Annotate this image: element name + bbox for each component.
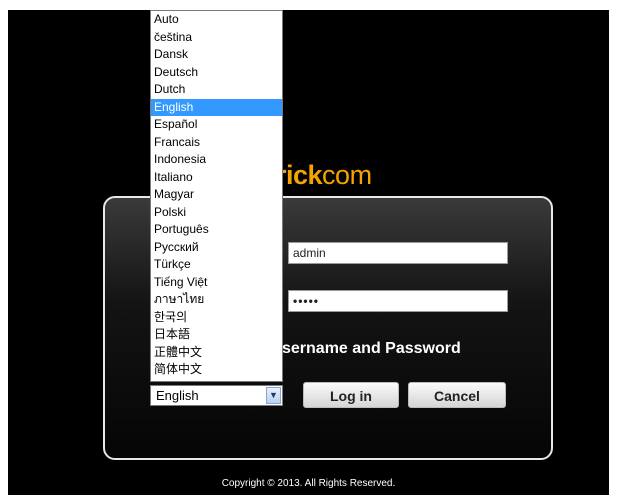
language-option[interactable]: Português — [151, 221, 282, 239]
copyright-text: Copyright © 2013. All Rights Reserved. — [221, 478, 396, 489]
language-option[interactable]: Deutsch — [151, 64, 282, 82]
language-option[interactable]: Dansk — [151, 46, 282, 64]
language-option[interactable]: Español — [151, 116, 282, 134]
language-option[interactable]: čeština — [151, 29, 282, 47]
language-option[interactable]: 한국의 — [151, 309, 282, 327]
language-option[interactable]: ภาษาไทย — [151, 291, 282, 309]
language-option[interactable]: Dutch — [151, 81, 282, 99]
username-input[interactable]: admin — [288, 242, 508, 264]
password-input[interactable]: ••••• — [288, 290, 508, 312]
language-select-value: English — [156, 388, 199, 403]
language-option[interactable]: Tiếng Việt — [151, 274, 282, 292]
language-option[interactable]: Polski — [151, 204, 282, 222]
language-option[interactable]: Türkçe — [151, 256, 282, 274]
chevron-down-icon[interactable]: ▼ — [266, 387, 281, 404]
language-option[interactable]: Francais — [151, 134, 282, 152]
language-select[interactable]: English ▼ — [150, 385, 283, 406]
language-option[interactable]: 日本語 — [151, 326, 282, 344]
language-option[interactable]: Indonesia — [151, 151, 282, 169]
language-option[interactable]: 正體中文 — [151, 344, 282, 362]
brand-logo: rickcom — [276, 160, 372, 190]
language-option[interactable]: Magyar — [151, 186, 282, 204]
login-prompt: sername and Password — [282, 340, 461, 357]
login-button[interactable]: Log in — [303, 382, 399, 408]
language-dropdown-list[interactable]: Auto čeština Dansk Deutsch Dutch English Españ… — [150, 10, 283, 382]
cancel-button[interactable]: Cancel — [408, 382, 506, 408]
language-option[interactable]: 简体中文 — [151, 361, 282, 379]
language-option[interactable]: Auto — [151, 11, 282, 29]
language-option[interactable]: English — [151, 98, 282, 116]
language-option[interactable]: Русский — [151, 239, 282, 257]
language-option[interactable]: Italiano — [151, 169, 282, 187]
